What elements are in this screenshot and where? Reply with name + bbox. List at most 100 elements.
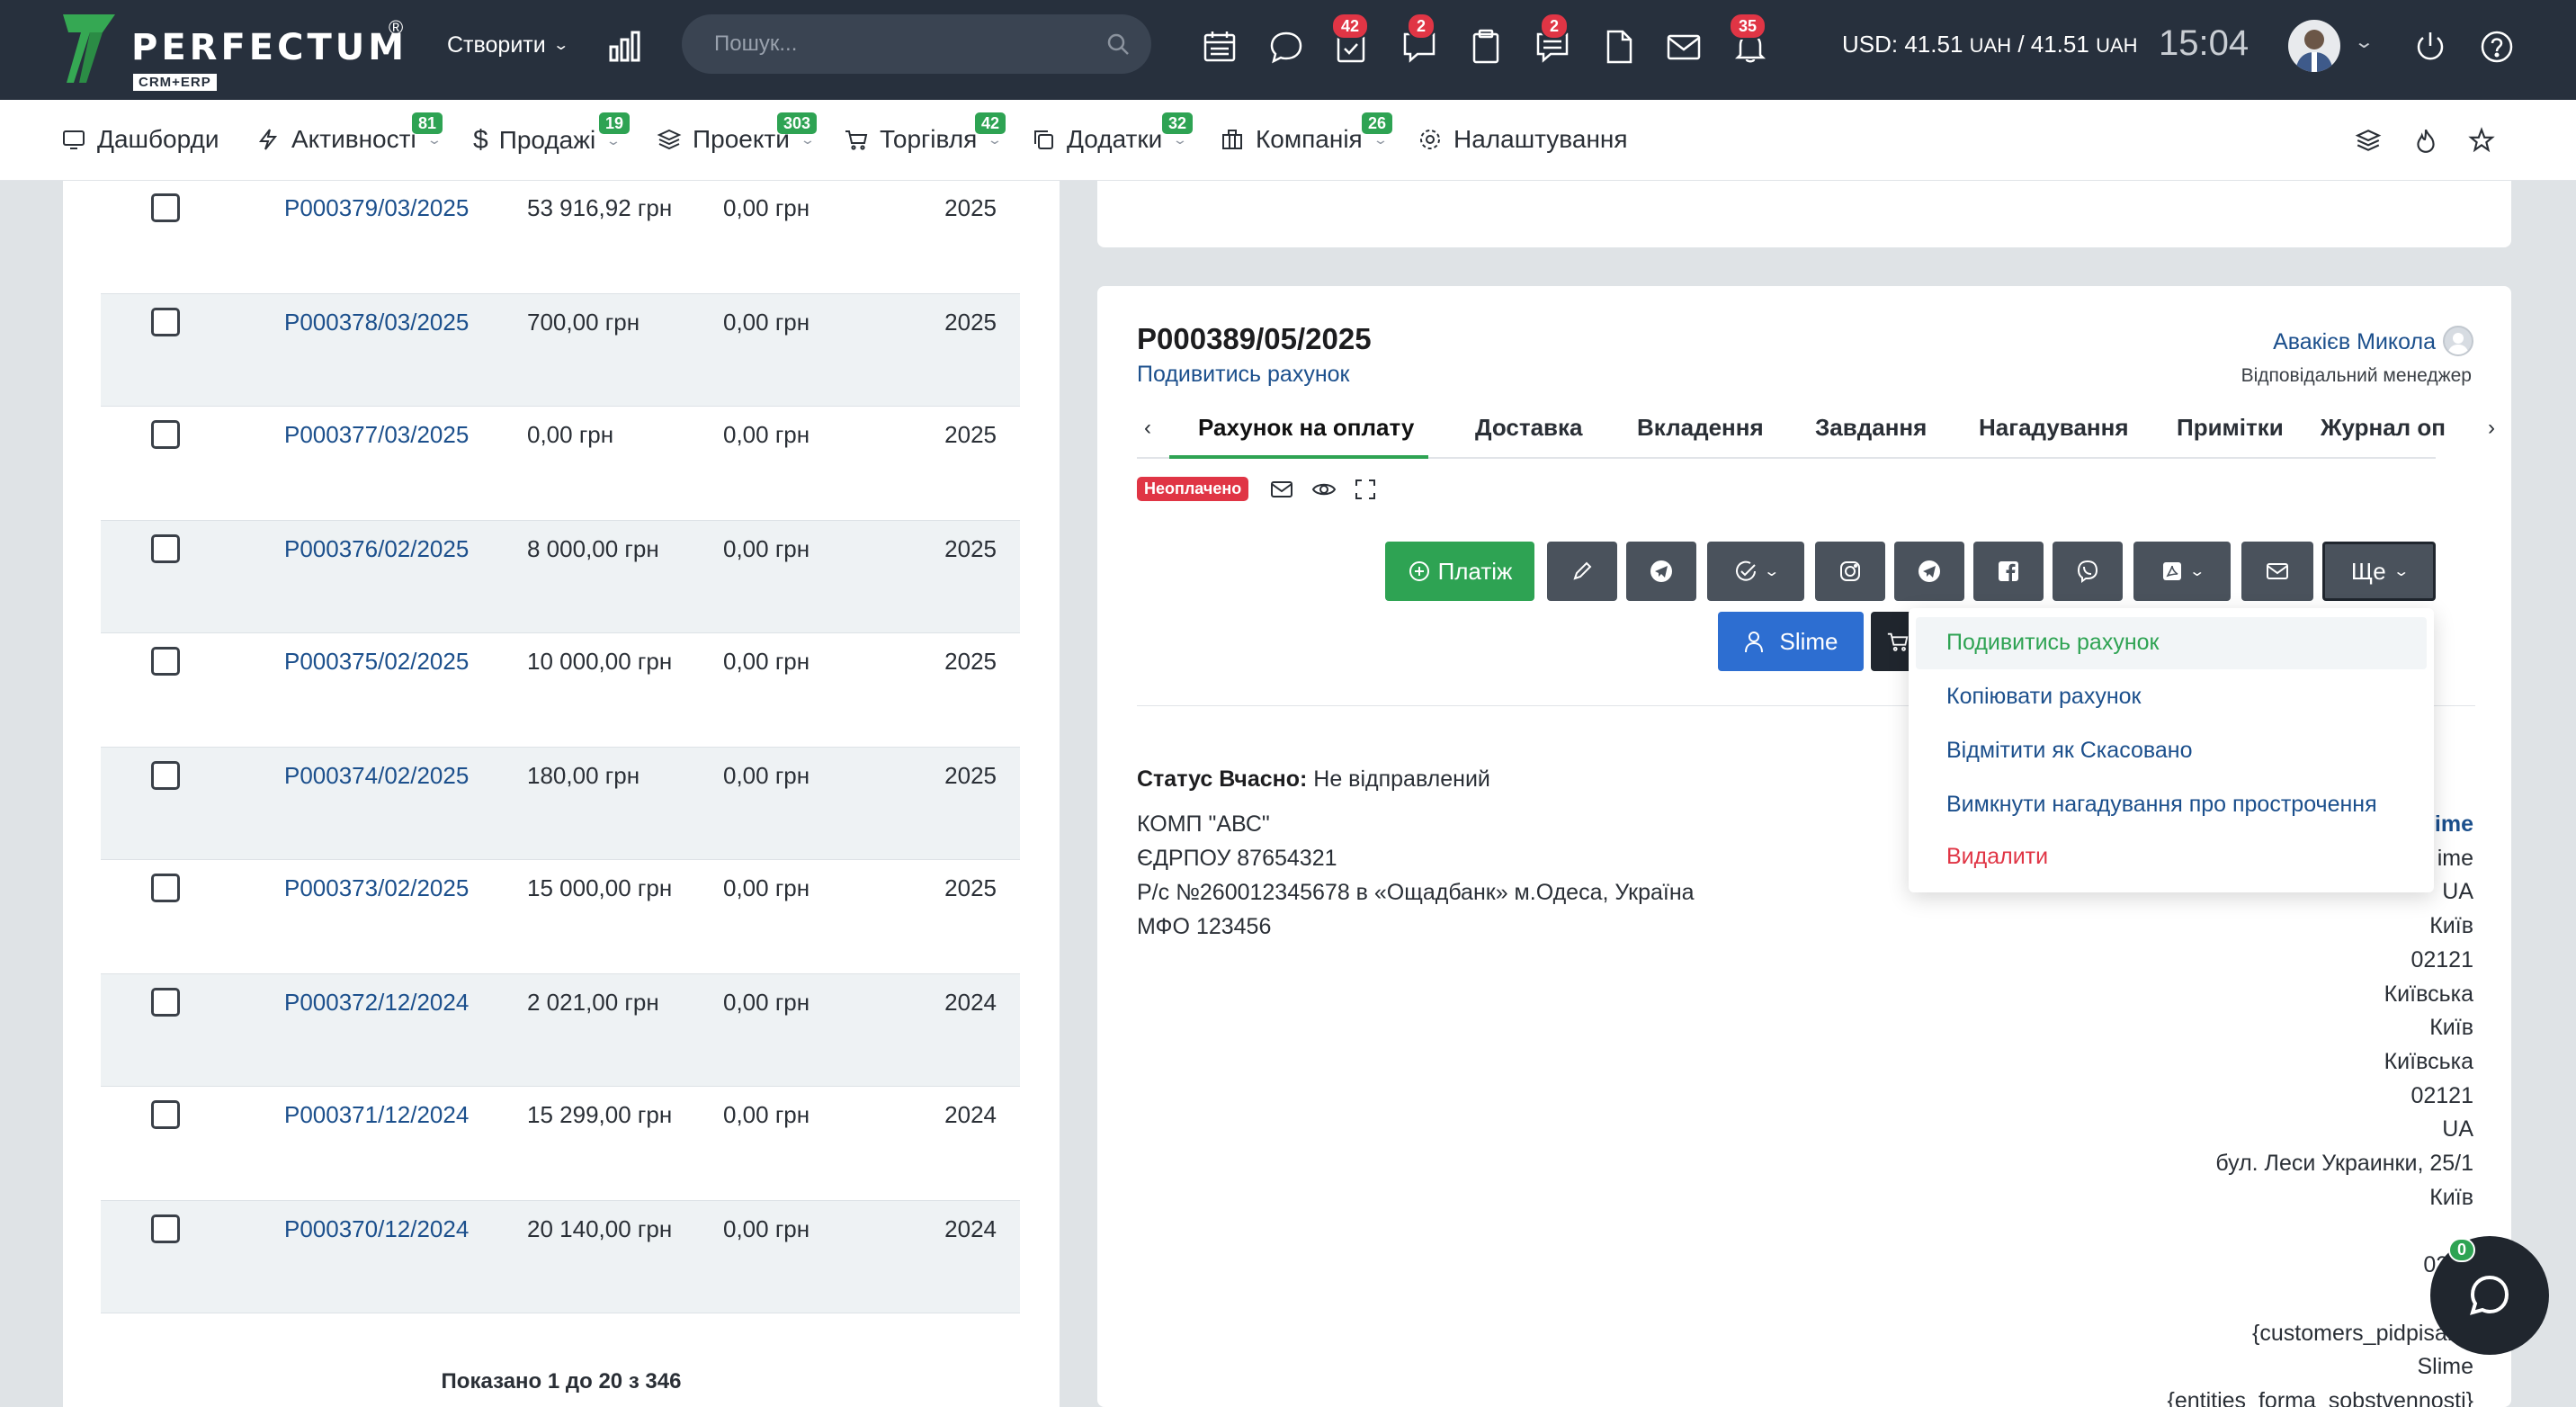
document-icon[interactable]	[1599, 27, 1639, 67]
table-row[interactable]: P000372/12/2024 2 021,00 грн 0,00 грн 2024	[101, 973, 1020, 1087]
customer-line: UA	[2442, 1116, 2473, 1143]
nav-item-projects[interactable]: Проекти ⌄ 303	[657, 112, 818, 154]
row-checkbox[interactable]	[151, 1100, 180, 1129]
menu-item-mark-cancelled[interactable]: Відмітити як Скасовано	[1946, 738, 2193, 764]
table-row[interactable]: P000373/02/2025 15 000,00 грн 0,00 грн 2025	[101, 860, 1020, 973]
chevron-down-icon: ⌄	[1763, 564, 1781, 579]
nav-label: Налаштування	[1453, 125, 1628, 153]
table-row[interactable]: P000374/02/2025 180,00 грн 0,00 грн 2025	[101, 747, 1020, 860]
nav-label: Продажі	[498, 126, 596, 154]
payment-button[interactable]: Платіж	[1385, 542, 1534, 601]
row-checkbox[interactable]	[151, 874, 180, 902]
telegram-icon	[1650, 560, 1672, 582]
nav-item-addons[interactable]: Додатки ⌄ 32	[1031, 112, 1194, 154]
row-checkbox[interactable]	[151, 420, 180, 449]
nav-item-activities[interactable]: Активності ⌄ 81	[255, 112, 443, 154]
seller-line: Р/с №260012345678 в «Ощадбанк» м.Одеса, …	[1137, 880, 1695, 905]
fullscreen-icon[interactable]	[1355, 479, 1376, 505]
tab-log[interactable]: Журнал оп	[2321, 414, 2446, 442]
stack-icon[interactable]	[2355, 127, 2382, 158]
invoice-number-link[interactable]: P000374/02/2025	[284, 762, 469, 790]
table-row[interactable]: P000375/02/2025 10 000,00 грн 0,00 грн 2025	[101, 633, 1020, 747]
menu-item-view-invoice[interactable]: Подивитись рахунок	[1946, 630, 2159, 656]
menu-item-delete[interactable]: Видалити	[1946, 844, 2048, 870]
menu-item-disable-overdue-reminder[interactable]: Вимкнути нагадування про прострочення	[1946, 792, 2377, 818]
telegram-button[interactable]	[1626, 542, 1696, 601]
invoice-number-link[interactable]: P000372/12/2024	[284, 989, 469, 1017]
viber-button[interactable]	[2053, 542, 2123, 601]
star-icon[interactable]	[2468, 127, 2495, 158]
nav-item-trade[interactable]: Торгівля ⌄ 42	[844, 112, 1006, 154]
manager-name[interactable]: Авакієв Микола	[2273, 329, 2436, 355]
manager-avatar	[2443, 326, 2473, 356]
instagram-icon	[1840, 561, 1860, 581]
power-icon[interactable]	[2411, 27, 2450, 67]
search-icon[interactable]	[1106, 32, 1130, 60]
nav-item-company[interactable]: Компанія ⌄ 26	[1220, 112, 1393, 154]
search-input[interactable]	[714, 31, 1074, 57]
pdf-dropdown-button[interactable]: ⌄	[2133, 542, 2231, 601]
tasks-check-icon[interactable]: 42	[1331, 13, 1371, 67]
help-icon[interactable]	[2477, 27, 2517, 67]
bell-icon[interactable]: 35	[1729, 13, 1770, 67]
check-dropdown-button[interactable]: ⌄	[1707, 542, 1804, 601]
invoice-number-link[interactable]: P000376/02/2025	[284, 535, 469, 563]
mail-icon[interactable]	[1664, 27, 1704, 67]
tab-notes[interactable]: Примітки	[2177, 414, 2284, 442]
calendar-icon[interactable]	[1200, 27, 1239, 67]
tabs-prev-icon[interactable]: ‹	[1144, 416, 1151, 441]
invoice-number-link[interactable]: P000371/12/2024	[284, 1101, 469, 1129]
chart-icon[interactable]	[608, 29, 642, 67]
view-invoice-link[interactable]: Подивитись рахунок	[1137, 362, 1349, 388]
invoice-number-link[interactable]: P000375/02/2025	[284, 648, 469, 676]
invoice-number-link[interactable]: P000379/03/2025	[284, 194, 469, 222]
tab-attachments[interactable]: Вкладення	[1637, 414, 1764, 442]
more-button[interactable]: Ще ⌄	[2322, 542, 2436, 601]
table-row[interactable]: P000378/03/2025 700,00 грн 0,00 грн 2025	[101, 293, 1020, 407]
telegram-send-button[interactable]	[1894, 542, 1964, 601]
fire-icon[interactable]	[2412, 127, 2439, 158]
row-checkbox[interactable]	[151, 534, 180, 563]
email-button[interactable]	[2241, 542, 2313, 601]
table-row[interactable]: P000376/02/2025 8 000,00 грн 0,00 грн 2025	[101, 520, 1020, 633]
tab-invoice[interactable]: Рахунок на оплату	[1198, 414, 1414, 442]
tabs-next-icon[interactable]: ›	[2488, 416, 2495, 441]
tab-delivery[interactable]: Доставка	[1475, 414, 1583, 442]
menu-item-copy-invoice[interactable]: Копіювати рахунок	[1946, 684, 2141, 710]
row-checkbox[interactable]	[151, 193, 180, 222]
nav-item-dashboards[interactable]: Дашборди	[61, 125, 219, 154]
row-checkbox[interactable]	[151, 988, 180, 1017]
logo[interactable]: PERFECTUM ® CRM+ERP	[59, 11, 419, 91]
invoice-number-link[interactable]: P000377/03/2025	[284, 421, 469, 449]
eye-icon[interactable]	[1311, 479, 1337, 505]
row-checkbox[interactable]	[151, 761, 180, 790]
chat-bubble-icon[interactable]	[1266, 27, 1306, 67]
row-checkbox[interactable]	[151, 647, 180, 676]
row-checkbox[interactable]	[151, 308, 180, 336]
user-menu-chevron-icon[interactable]: ⌄	[2354, 31, 2375, 53]
row-checkbox[interactable]	[151, 1214, 180, 1243]
customer-line: 02121	[2411, 1082, 2473, 1108]
table-row[interactable]: P000377/03/2025 0,00 грн 0,00 грн 2025	[101, 407, 1020, 520]
tab-reminders[interactable]: Нагадування	[1979, 414, 2129, 442]
edit-button[interactable]	[1547, 542, 1617, 601]
create-button[interactable]: Створити ⌄	[447, 27, 569, 63]
table-row[interactable]: P000370/12/2024 20 140,00 грн 0,00 грн 2024	[101, 1200, 1020, 1313]
invoice-year: 2024	[944, 1101, 997, 1128]
mail-icon[interactable]	[1270, 479, 1293, 505]
avatar[interactable]	[2288, 20, 2340, 72]
client-button[interactable]: Slime	[1718, 612, 1864, 671]
nav-item-settings[interactable]: Налаштування	[1418, 125, 1628, 154]
invoice-number-link[interactable]: P000373/02/2025	[284, 874, 469, 902]
tab-tasks[interactable]: Завдання	[1815, 414, 1927, 442]
comments-icon[interactable]: 2	[1400, 13, 1439, 67]
table-row[interactable]: P000379/03/2025 53 916,92 грн 0,00 грн 2025	[101, 180, 1020, 293]
nav-item-sales[interactable]: $ Продажі ⌄ 19	[473, 112, 631, 156]
invoice-number-link[interactable]: P000370/12/2024	[284, 1215, 469, 1243]
notes-icon[interactable]: 2	[1533, 13, 1572, 67]
table-row[interactable]: P000371/12/2024 15 299,00 грн 0,00 грн 2024	[101, 1087, 1020, 1200]
facebook-button[interactable]	[1973, 542, 2044, 601]
clipboard-icon[interactable]	[1466, 27, 1506, 67]
instagram-button[interactable]	[1815, 542, 1885, 601]
invoice-number-link[interactable]: P000378/03/2025	[284, 309, 469, 336]
